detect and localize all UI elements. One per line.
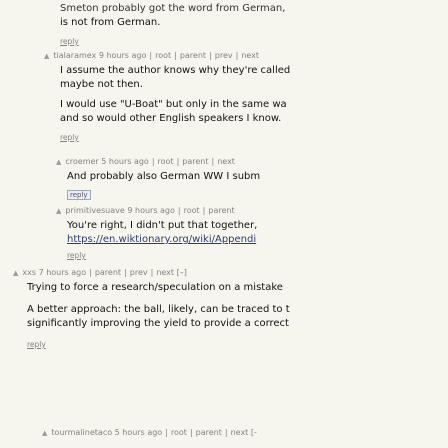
comment-2-root-link[interactable]: root (158, 157, 174, 166)
comment-0-text-line2: is not from German. (60, 17, 161, 28)
comment-3-meta: ▲ primitivesuave 9 hours ago | root | pa… (56, 206, 235, 215)
comment-5-meta: ▲ tourmalinetaco 5 hours ago | root | pa… (42, 428, 257, 437)
comment-1-age[interactable]: 9 hours ago (99, 51, 147, 60)
comment-4-age[interactable]: 7 hours ago (39, 268, 87, 277)
comment-1-reply-link[interactable]: reply (60, 133, 79, 142)
comment-1-p2-line2: and so would other English speakers I kn… (60, 113, 282, 124)
comment-1-p1-line1: I assume the author knows why they're ca… (60, 65, 291, 76)
comment-1-meta: ▲ tialaramex 9 hours ago | root | parent… (44, 51, 260, 60)
comment-4-p1-line1: Trying to force a research/speculation o… (27, 282, 283, 293)
comment-4-next-link[interactable]: next (156, 268, 174, 277)
comment-1: ▲ tialaramex 9 hours ago | root | parent… (44, 51, 290, 143)
comment-3-reply-link[interactable]: reply (67, 251, 86, 260)
comment-1-next-link[interactable]: next (241, 51, 259, 60)
comment-2-meta: ▲ croemer 5 hours ago | root | parent | … (56, 157, 235, 166)
comment-4-p2-line1: A better approach: the ball, likely, can… (27, 304, 290, 315)
comment-4-meta: ▲ xxs 7 hours ago | parent | prev | next… (13, 268, 187, 277)
comment-2-next-link[interactable]: next (217, 157, 235, 166)
comment-3-wiktionary-link[interactable]: https://en.wiktionary.org/wiki/Appendi (67, 234, 256, 245)
comment-4-prev-link[interactable]: prev (130, 268, 148, 277)
comment-2: ▲ croemer 5 hours ago | root | parent | … (56, 157, 260, 200)
upvote-arrow-icon[interactable]: ▲ (56, 207, 61, 215)
comment-4: ▲ xxs 7 hours ago | parent | prev | next… (13, 268, 290, 350)
comment-4-collapse-toggle[interactable]: [–] (177, 268, 187, 277)
comment-5-root-link[interactable]: root (171, 428, 187, 437)
comment-2-reply-link[interactable]: reply (67, 190, 91, 200)
comment-2-age[interactable]: 5 hours ago (101, 157, 149, 166)
upvote-arrow-icon[interactable]: ▲ (56, 158, 61, 166)
comment-5-age[interactable]: 5 hours ago (115, 428, 163, 437)
upvote-arrow-icon[interactable]: ▲ (13, 269, 18, 277)
comment-2-user[interactable]: croemer (65, 157, 98, 166)
comment-4-parent-link[interactable]: parent (95, 268, 121, 277)
comment-4-reply-link[interactable]: reply (27, 340, 46, 349)
comment-2-text-line1: And probably also German WW I subm (67, 171, 261, 182)
comment-1-prev-link[interactable]: prev (215, 51, 233, 60)
comment-5: ▲ tourmalinetaco 5 hours ago | root | pa… (42, 428, 257, 437)
comment-1-user[interactable]: tialaramex (53, 51, 96, 60)
comment-3-parent-link[interactable]: parent (208, 206, 234, 215)
comment-1-parent-link[interactable]: parent (180, 51, 206, 60)
comment-2-parent-link[interactable]: parent (182, 157, 208, 166)
comment-0-reply-link[interactable]: reply (60, 37, 79, 46)
comment-5-user[interactable]: tourmalinetaco (51, 428, 112, 437)
comment-5-next-link[interactable]: next [- (231, 428, 257, 437)
comment-0-text-line1: Smeton probably got the word from German… (60, 3, 286, 14)
comment-3-age[interactable]: 9 hours ago (127, 206, 175, 215)
comment-0: Smeton probably got the word from German… (60, 2, 285, 47)
comment-4-user[interactable]: xxs (22, 268, 36, 277)
comment-3-root-link[interactable]: root (184, 206, 200, 215)
comment-3: ▲ primitivesuave 9 hours ago | root | pa… (56, 206, 257, 261)
comment-3-text-line1: You're right, I didn't put that together… (67, 220, 258, 231)
upvote-arrow-icon[interactable]: ▲ (44, 52, 49, 60)
comment-4-p2-line2: significantly improving the yield to pro… (27, 318, 289, 329)
upvote-arrow-icon[interactable]: ▲ (42, 429, 47, 437)
comment-1-p2-line1: I would use "U-Boat" but only in the sam… (60, 99, 287, 110)
comment-5-parent-link[interactable]: parent (196, 428, 222, 437)
comment-1-p1-line2: maybe not then. (60, 79, 143, 90)
comment-1-root-link[interactable]: root (155, 51, 171, 60)
comment-3-user[interactable]: primitivesuave (65, 206, 124, 215)
